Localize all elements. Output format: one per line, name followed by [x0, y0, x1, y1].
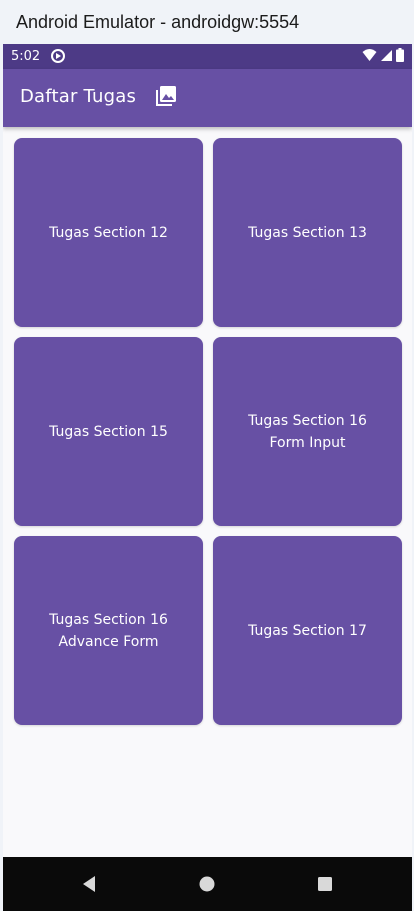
status-icons [362, 48, 404, 62]
system-nav-bar [3, 857, 412, 911]
status-bar: 5:02 [3, 44, 412, 69]
status-time: 5:02 [11, 49, 41, 64]
signal-icon [381, 50, 392, 61]
task-card-section-17[interactable]: Tugas Section 17 [213, 536, 402, 725]
task-card-section-15[interactable]: Tugas Section 15 [14, 337, 203, 526]
task-card-section-13[interactable]: Tugas Section 13 [213, 138, 402, 327]
photo-library-icon[interactable] [155, 85, 177, 107]
app-bar: Daftar Tugas [3, 69, 412, 127]
back-icon[interactable] [78, 873, 100, 895]
recents-icon[interactable] [314, 873, 336, 895]
home-icon[interactable] [196, 873, 218, 895]
task-grid: Tugas Section 12 Tugas Section 13 Tugas … [14, 138, 403, 725]
wifi-icon [362, 49, 377, 61]
task-card-section-16-form-input[interactable]: Tugas Section 16 Form Input [213, 337, 402, 526]
device-screen: 5:02 Daftar Tugas Tugas Section 12 Tugas… [3, 44, 412, 911]
app-sync-icon [51, 49, 65, 63]
task-card-section-12[interactable]: Tugas Section 12 [14, 138, 203, 327]
emulator-window-title: Android Emulator - androidgw:5554 [0, 0, 414, 44]
page-title: Daftar Tugas [20, 86, 137, 107]
battery-icon [396, 48, 404, 62]
task-card-section-16-advance-form[interactable]: Tugas Section 16 Advance Form [14, 536, 203, 725]
